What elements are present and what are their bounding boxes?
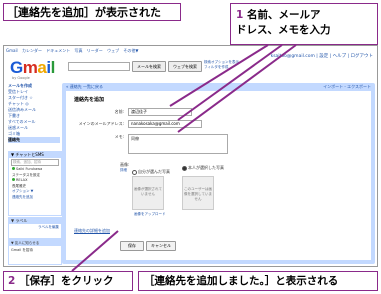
step1-line2: ドレス、メモを入力 bbox=[236, 24, 331, 36]
add-contact-form: 連絡先を追加 名前: 渡辺佳子 メインのメールアドレス: nanakosaka@… bbox=[66, 91, 371, 260]
form-title: 連絡先を追加 bbox=[74, 97, 105, 103]
chat-panel: ▼ チャットとSMS 検索、追加、招待 Saiki Furukawa ステータス… bbox=[8, 151, 62, 216]
radio-button-selected-icon bbox=[182, 165, 187, 171]
online-status-icon bbox=[12, 178, 15, 181]
save-button[interactable]: 保存 bbox=[120, 241, 144, 251]
cancel-button[interactable]: キャンセル bbox=[146, 241, 176, 251]
upload-photo-link[interactable]: 画像をアップロード bbox=[134, 212, 166, 217]
chat-search-input[interactable]: 検索、追加、招待 bbox=[11, 159, 59, 166]
topnav-documents[interactable]: ドキュメント bbox=[46, 48, 70, 53]
step2-text: ［保存］をクリック bbox=[18, 275, 114, 287]
callout-step2: 2 ［保存］をクリック bbox=[3, 271, 133, 291]
step2-number: 2 bbox=[8, 275, 16, 287]
callout-contact-added: ［連絡先を追加しました。］と表示される bbox=[138, 271, 378, 291]
email-label: メインのメールアドレス: bbox=[78, 121, 124, 126]
search-web-button[interactable]: ウェブを検索 bbox=[168, 61, 202, 72]
photo-placeholder-their: このユーザーは画像を選択していません bbox=[182, 176, 214, 210]
search-options-links: 検索オプションを表示 フィルタを作成 bbox=[204, 60, 239, 69]
search-input[interactable] bbox=[68, 62, 130, 71]
topnav-more[interactable]: その他▼ bbox=[123, 48, 138, 53]
back-to-contacts-link[interactable]: « 連絡先 一覧に戻る bbox=[66, 84, 103, 90]
gmail-logo: Gmail bbox=[10, 58, 55, 77]
callout-contact-add-shown: ［連絡先を追加］が表示された bbox=[3, 3, 181, 21]
top-nav: Gmail カレンダー ドキュメント 写真 リーダー ウェブ その他▼ bbox=[6, 48, 141, 56]
topnav-reader[interactable]: リーダー bbox=[87, 48, 103, 53]
create-filter-link[interactable]: フィルタを作成 bbox=[204, 65, 239, 70]
callout-step1: 1 名前、メールア ドレス、メモを入力 bbox=[230, 3, 378, 45]
left-nav: メールを作成 受信トレイ スター付き ☆ チャット ◎ 送信済みメール 下書き … bbox=[8, 83, 60, 143]
online-status-icon bbox=[12, 167, 15, 170]
labels-panel: ▼ ラベル ラベルを編集 bbox=[8, 217, 62, 239]
name-label: 名前: bbox=[114, 109, 124, 114]
invite-text: Gmail を招待 bbox=[11, 248, 33, 252]
search-mail-button[interactable]: メールを検索 bbox=[132, 61, 166, 72]
radio-their-photo[interactable]: 本人が選択した写真 bbox=[182, 165, 224, 171]
add-details-link[interactable]: 連絡先の詳細を追加 bbox=[74, 228, 110, 234]
contacts-main-panel: « 連絡先 一覧に戻る インポート - エクスポート 連絡先を追加 名前: 渡辺… bbox=[62, 83, 375, 264]
name-field[interactable]: 渡辺佳子 bbox=[128, 108, 192, 116]
email-field[interactable]: nanakosaka@gmail.com bbox=[128, 120, 202, 128]
import-export-link[interactable]: インポート - エクスポート bbox=[323, 84, 371, 90]
invite-panel: ▼ 友人に知らせる Gmail を招待 bbox=[8, 239, 62, 265]
topnav-calendar[interactable]: カレンダー bbox=[22, 48, 42, 53]
step1-line1: 名前、メールア bbox=[243, 9, 321, 21]
note-field[interactable]: 同僚 bbox=[128, 134, 228, 154]
edit-labels-link[interactable]: ラベルを編集 bbox=[9, 224, 61, 230]
nav-contacts[interactable]: 連絡先 bbox=[8, 137, 60, 143]
logo-subtitle: by Google bbox=[12, 76, 30, 80]
photo-details-link[interactable]: 詳細 bbox=[120, 168, 127, 173]
topnav-photos[interactable]: 写真 bbox=[75, 48, 83, 53]
radio-own-photo[interactable]: 自分が選んだ写真 bbox=[132, 169, 170, 175]
chat-header[interactable]: ▼ チャットとSMS bbox=[9, 152, 61, 158]
account-links[interactable]: ksaitoo@gmail.com | 設定 | ヘルプ | ログアウト bbox=[271, 53, 373, 59]
chat-add-contact[interactable]: 連絡先を追加 bbox=[9, 195, 61, 201]
photo-placeholder-own: 画像が選択されていません bbox=[132, 176, 164, 210]
search-options-link[interactable]: 検索オプションを表示 bbox=[204, 60, 239, 65]
topnav-gmail[interactable]: Gmail bbox=[6, 48, 18, 53]
radio-button-icon bbox=[132, 169, 137, 175]
note-label: メモ: bbox=[114, 134, 124, 139]
topnav-web[interactable]: ウェブ bbox=[107, 48, 119, 53]
gmail-screenshot: Gmail カレンダー ドキュメント 写真 リーダー ウェブ その他▼ ksai… bbox=[3, 45, 378, 267]
